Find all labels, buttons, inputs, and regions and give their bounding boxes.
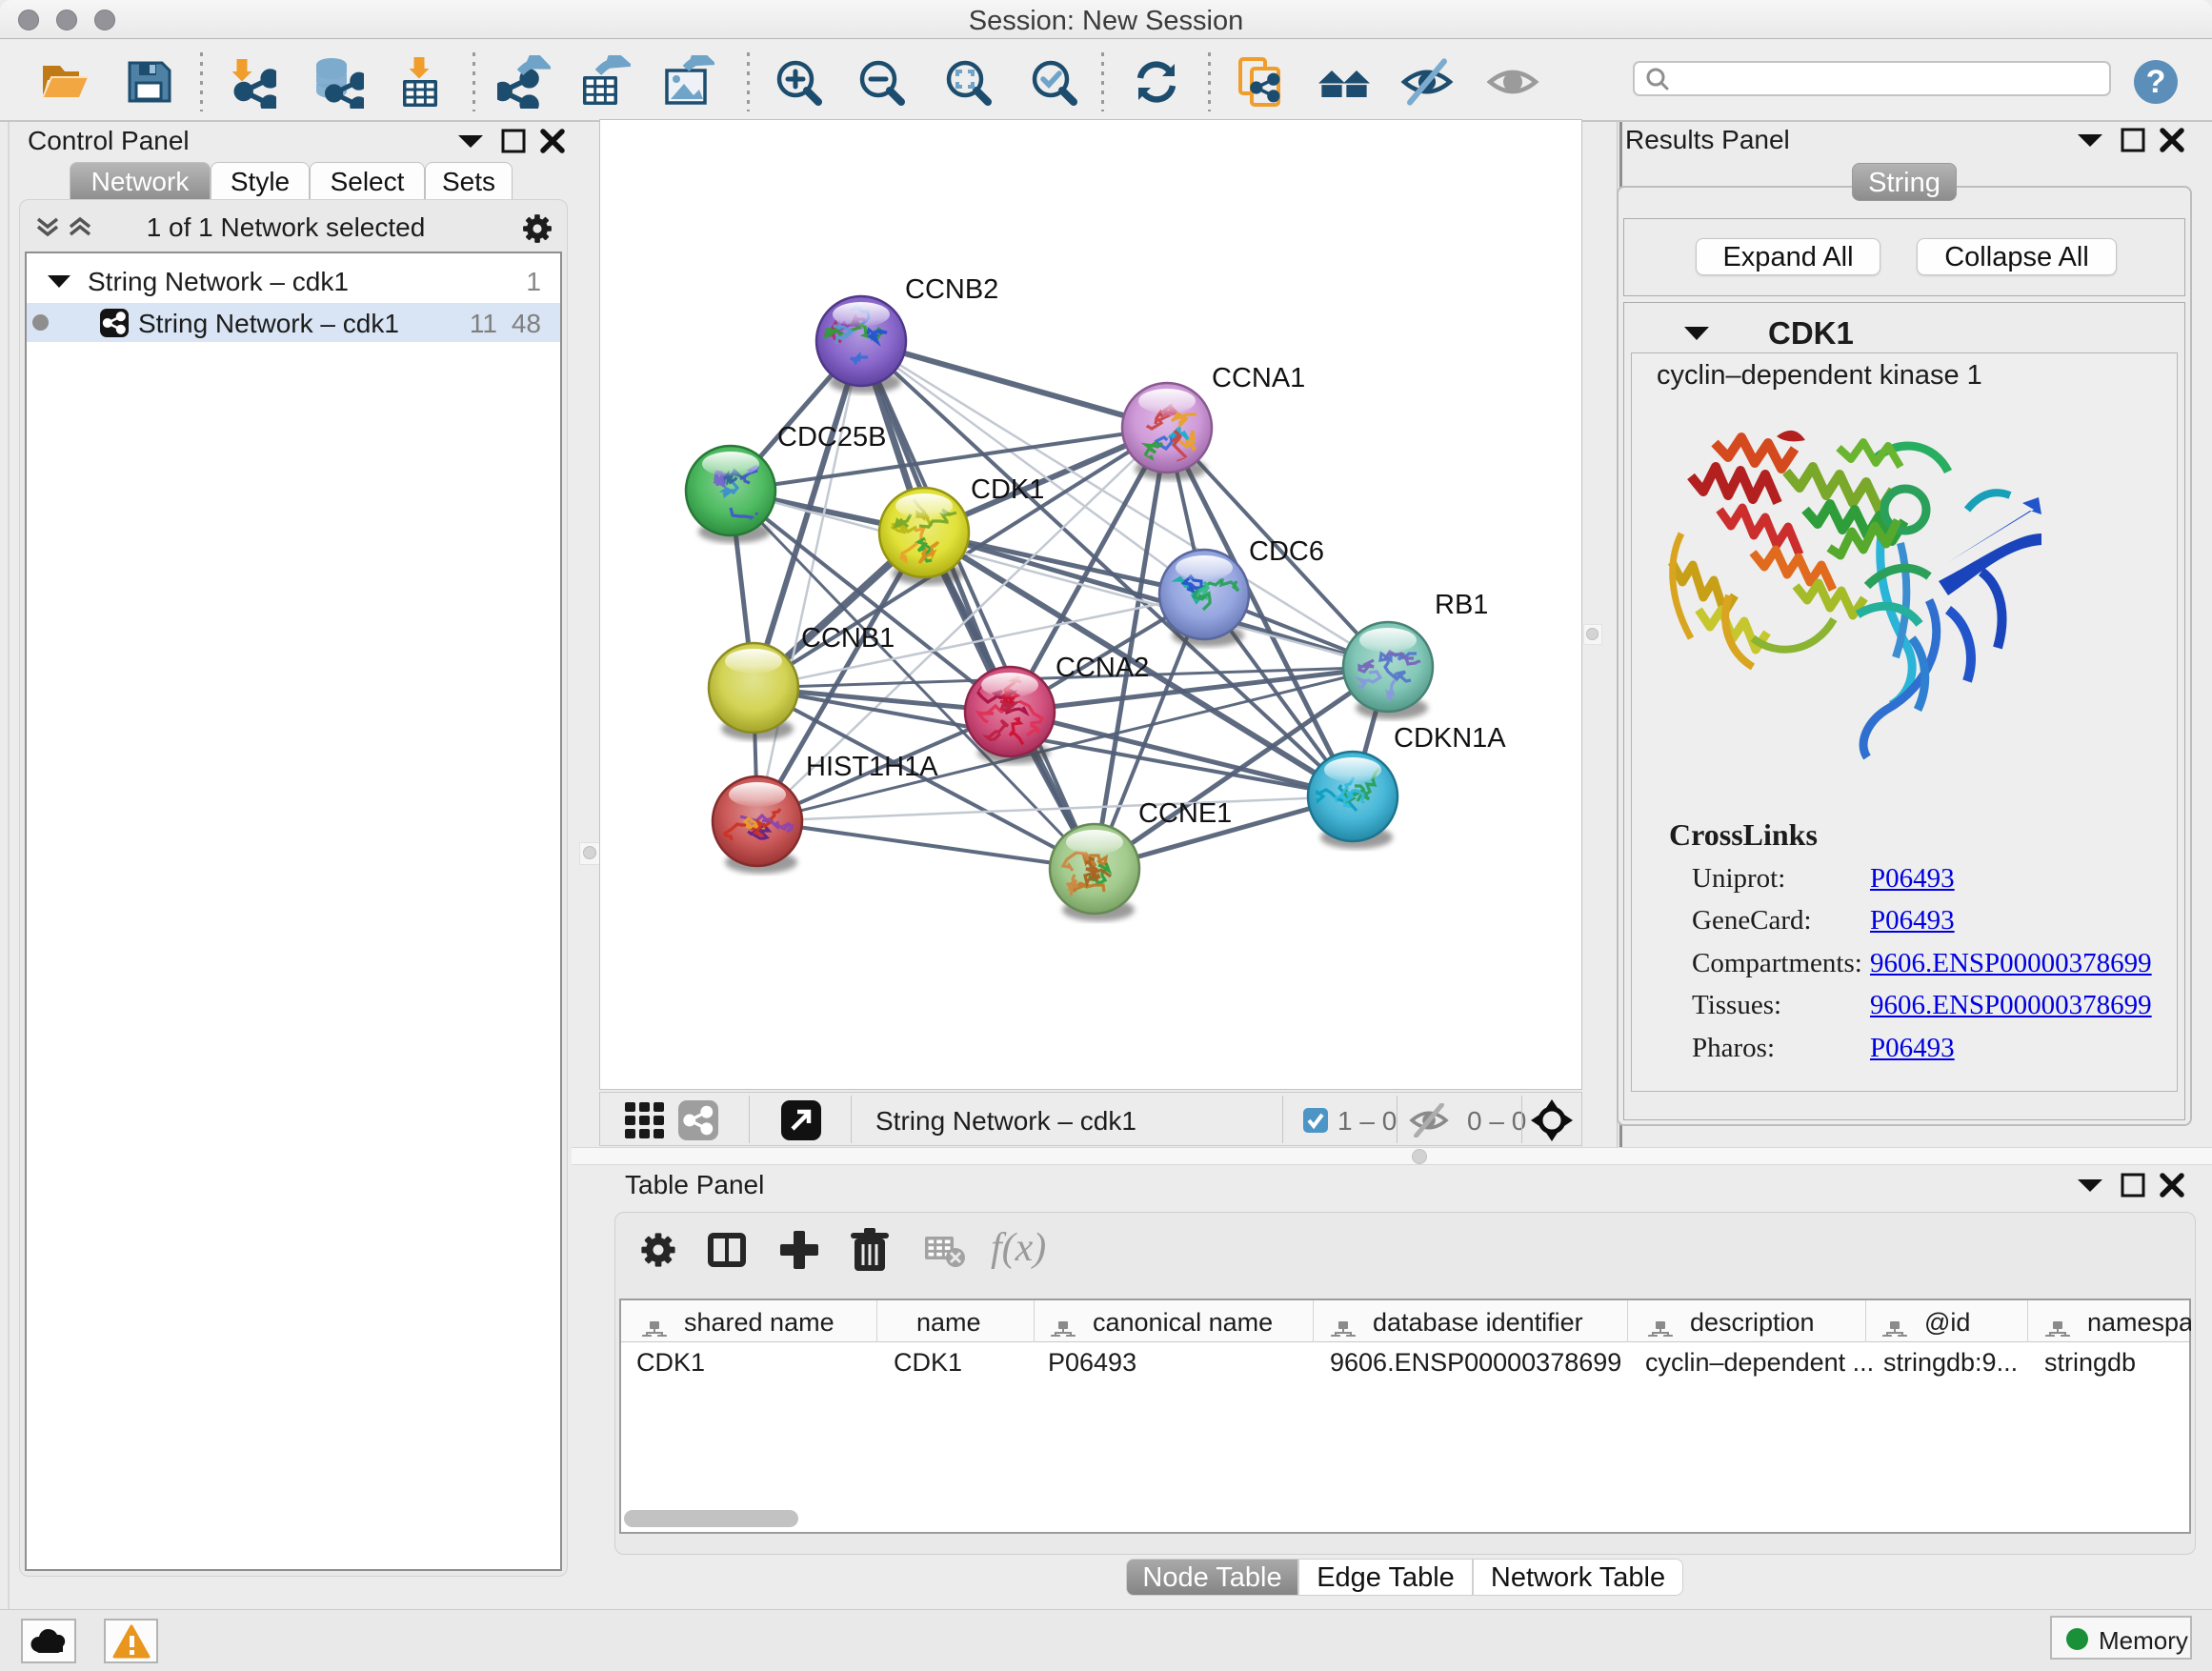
svg-text:HIST1H1A: HIST1H1A xyxy=(806,752,938,782)
svg-text:CCNB1: CCNB1 xyxy=(801,623,895,654)
svg-text:CCNB2: CCNB2 xyxy=(905,274,998,305)
svg-text:CCNA2: CCNA2 xyxy=(1056,653,1149,683)
svg-text:CDKN1A: CDKN1A xyxy=(1394,723,1506,754)
svg-text:CCNA1: CCNA1 xyxy=(1212,363,1305,393)
svg-text:CDK1: CDK1 xyxy=(971,474,1044,505)
svg-text:CDC25B: CDC25B xyxy=(777,422,886,453)
svg-text:CDC6: CDC6 xyxy=(1249,536,1324,567)
svg-text:RB1: RB1 xyxy=(1435,590,1488,620)
svg-text:CCNE1: CCNE1 xyxy=(1138,798,1232,829)
